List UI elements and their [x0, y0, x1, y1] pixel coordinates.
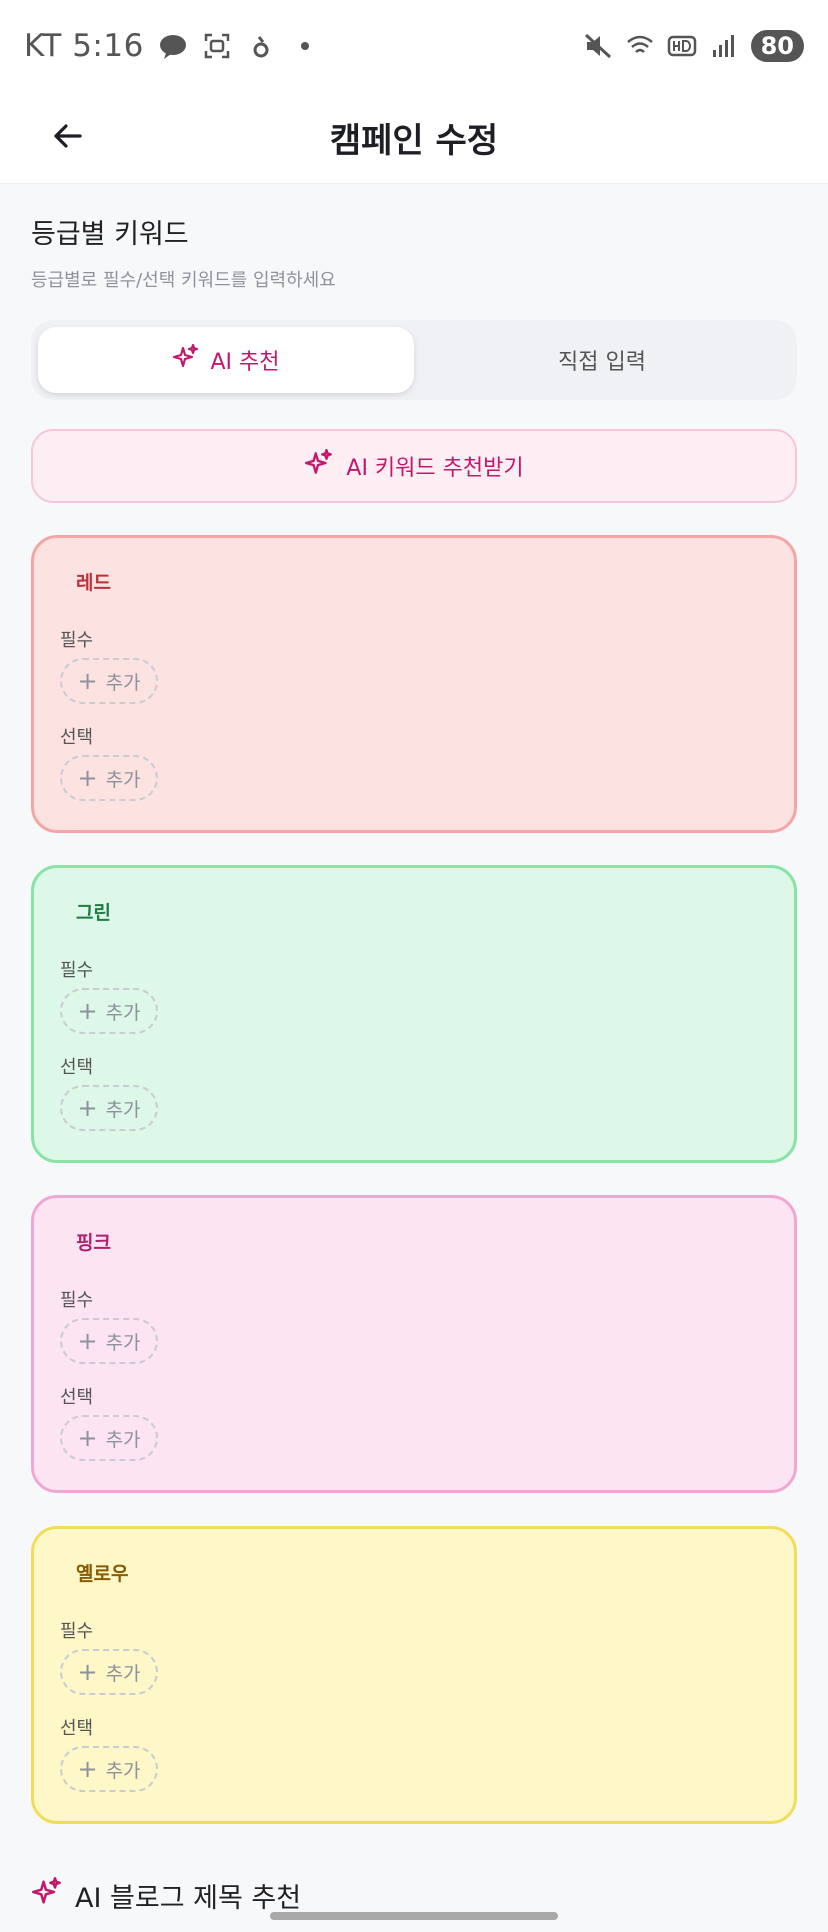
grade-card-red: 레드 필수 + 추가 선택 + 추가: [31, 535, 797, 833]
plus-icon: +: [77, 1424, 98, 1452]
talk-icon: [158, 31, 188, 61]
plus-icon: +: [77, 1755, 98, 1783]
grade-card-yellow: 옐로우 필수 + 추가 선택 + 추가: [31, 1526, 797, 1824]
optional-label: 선택: [60, 1387, 94, 1408]
add-optional-keyword-button[interactable]: + 추가: [60, 755, 158, 801]
add-label: 추가: [105, 1759, 141, 1782]
optional-label: 선택: [60, 727, 94, 748]
page-title: 캠페인 수정: [329, 121, 499, 161]
grade-name: 레드: [76, 572, 111, 594]
add-required-keyword-button[interactable]: + 추가: [60, 658, 158, 704]
add-required-keyword-button[interactable]: + 추가: [60, 1318, 158, 1364]
required-label: 필수: [60, 1621, 94, 1642]
plus-icon: +: [77, 667, 98, 695]
tab-manual-input-label: 직접 입력: [558, 350, 646, 375]
hd-icon: [667, 31, 697, 61]
back-button[interactable]: [44, 114, 92, 162]
plus-icon: +: [77, 764, 98, 792]
mute-icon: [583, 31, 613, 61]
app-header: 캠페인 수정: [0, 92, 828, 184]
plus-icon: +: [77, 1327, 98, 1355]
wifi-icon: [625, 31, 655, 61]
grade-name: 옐로우: [76, 1563, 129, 1585]
signal-icon: [709, 31, 739, 61]
section-title: 등급별 키워드: [31, 219, 189, 250]
grade-card-pink: 핑크 필수 + 추가 선택 + 추가: [31, 1195, 797, 1493]
grade-name: 그린: [76, 902, 111, 924]
optional-label: 선택: [60, 1057, 94, 1078]
arrow-left-icon: [50, 118, 86, 158]
add-label: 추가: [105, 1098, 141, 1121]
optional-label: 선택: [60, 1718, 94, 1739]
sparkle-icon: [172, 343, 200, 377]
add-optional-keyword-button[interactable]: + 추가: [60, 1746, 158, 1792]
add-label: 추가: [105, 1331, 141, 1354]
plus-icon: +: [77, 997, 98, 1025]
add-label: 추가: [105, 1662, 141, 1685]
plus-icon: +: [77, 1658, 98, 1686]
ai-keyword-recommend-label: AI 키워드 추천받기: [346, 456, 524, 481]
more-notifications-dot-icon: [290, 31, 320, 61]
add-optional-keyword-button[interactable]: + 추가: [60, 1085, 158, 1131]
home-indicator[interactable]: [270, 1912, 558, 1920]
status-time: KT 5:16: [24, 28, 144, 64]
add-label: 추가: [105, 671, 141, 694]
required-label: 필수: [60, 960, 94, 981]
battery-level: 80: [750, 30, 804, 62]
required-label: 필수: [60, 630, 94, 651]
add-label: 추가: [105, 1001, 141, 1024]
app-notification-icon: [246, 31, 276, 61]
sparkle-icon: [31, 1876, 63, 1915]
blog-title-label: AI 블로그 제목 추천: [75, 1883, 302, 1914]
section-subtitle: 등급별로 필수/선택 키워드를 입력하세요: [31, 270, 336, 291]
screenshot-icon: [202, 31, 232, 61]
input-mode-tabs: AI 추천 직접 입력: [31, 320, 797, 400]
add-required-keyword-button[interactable]: + 추가: [60, 1649, 158, 1695]
ai-keyword-recommend-button[interactable]: AI 키워드 추천받기: [31, 429, 797, 503]
grade-name: 핑크: [76, 1232, 111, 1254]
tab-ai-recommend[interactable]: AI 추천: [38, 327, 414, 393]
add-label: 추가: [105, 1428, 141, 1451]
plus-icon: +: [77, 1094, 98, 1122]
sparkle-icon: [304, 448, 334, 484]
add-optional-keyword-button[interactable]: + 추가: [60, 1415, 158, 1461]
status-bar: KT 5:16 80: [0, 0, 828, 92]
grade-card-green: 그린 필수 + 추가 선택 + 추가: [31, 865, 797, 1163]
required-label: 필수: [60, 1290, 94, 1311]
blog-title-section-heading: AI 블로그 제목 추천: [31, 1876, 301, 1915]
add-required-keyword-button[interactable]: + 추가: [60, 988, 158, 1034]
tab-ai-recommend-label: AI 추천: [210, 350, 280, 375]
tab-manual-input[interactable]: 직접 입력: [414, 327, 790, 393]
add-label: 추가: [105, 768, 141, 791]
